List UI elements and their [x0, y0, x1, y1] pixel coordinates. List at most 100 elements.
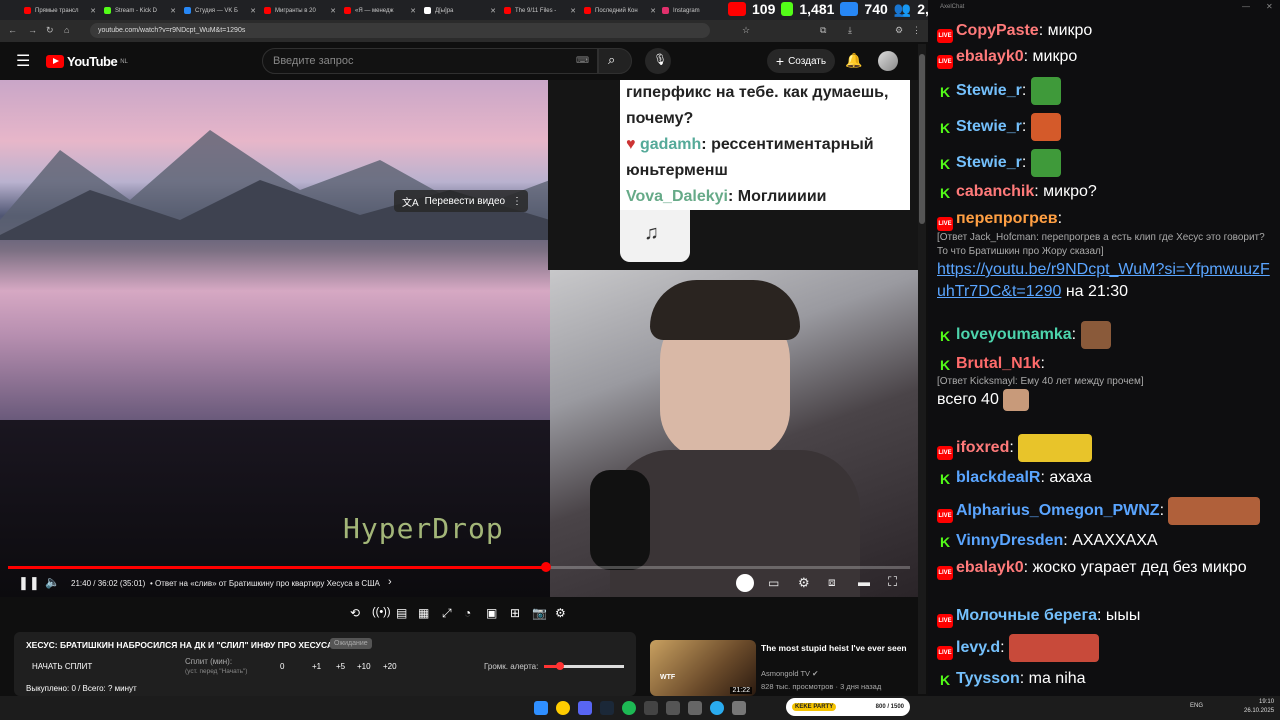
close-tab-icon[interactable]: ✕	[170, 7, 176, 15]
browser-tab[interactable]: The 9/11 Files - ✕	[504, 3, 576, 18]
alert-volume-slider[interactable]	[544, 662, 624, 670]
create-button[interactable]: + Создать	[767, 49, 835, 73]
close-tab-icon[interactable]: ✕	[90, 7, 96, 15]
playlist-icon[interactable]: ▤	[396, 606, 407, 620]
screenshot-icon[interactable]: 📷	[532, 606, 547, 620]
app-icon[interactable]	[688, 701, 702, 715]
progress-scrubber[interactable]	[540, 562, 551, 572]
resize-icon[interactable]: ⤢	[442, 606, 452, 621]
app-icon[interactable]	[666, 701, 680, 715]
extensions-icon[interactable]: ⧉	[820, 25, 826, 36]
youtube-favicon-icon	[584, 7, 591, 14]
pepe-emote	[1030, 149, 1061, 177]
close-icon[interactable]: ✕	[1266, 2, 1273, 11]
browser-tab[interactable]: Мигранты в 20 ✕	[264, 3, 336, 18]
add-1-button[interactable]: +1	[312, 662, 321, 671]
related-thumbnail[interactable]: WTF 21:22	[650, 640, 756, 696]
avatar[interactable]	[878, 51, 898, 71]
instagram-favicon-icon	[662, 7, 669, 14]
browser-tab[interactable]: Студия — VK Б ✕	[184, 3, 256, 18]
subtitles-icon[interactable]: ▭	[768, 576, 779, 590]
keyboard-icon[interactable]: ⌨	[576, 55, 589, 66]
settings-icon[interactable]: ⚙	[895, 25, 903, 36]
close-tab-icon[interactable]: ✕	[250, 7, 256, 15]
progress-bar[interactable]	[8, 562, 910, 572]
browser-tab[interactable]: Прямые трансл ✕	[24, 3, 96, 18]
search-button[interactable]: ⌕	[598, 48, 632, 74]
language-indicator[interactable]: ENG	[1190, 703, 1203, 709]
voice-search-button[interactable]: 🎙	[645, 48, 671, 74]
back-icon[interactable]: ←	[8, 25, 17, 35]
browser-tab[interactable]: Последний Кон ✕	[584, 3, 656, 18]
volume-icon[interactable]: 🔈	[45, 575, 60, 589]
bookmark-star-icon[interactable]: ☆	[742, 25, 750, 36]
spotify-icon[interactable]	[622, 701, 636, 715]
add-5-button[interactable]: +5	[336, 662, 345, 671]
chapter-title[interactable]: • Ответ на «слив» от Братишкину про квар…	[150, 579, 380, 588]
menu-dots-icon[interactable]: ⋮	[912, 25, 921, 36]
start-split-button[interactable]: НАЧАТЬ СПЛИТ	[32, 662, 92, 671]
laughing-man-emotes	[1168, 497, 1261, 525]
browser-tab[interactable]: «Я — менедж ✕	[344, 3, 416, 18]
chat-message: LIVE Молочные берега: ыыы	[937, 605, 1273, 628]
close-tab-icon[interactable]: ✕	[650, 7, 656, 15]
obs-icon[interactable]	[644, 701, 658, 715]
hamburger-menu-icon[interactable]: ☰	[16, 51, 30, 71]
close-tab-icon[interactable]: ✕	[570, 7, 576, 15]
chrome-icon[interactable]	[556, 701, 570, 715]
chat-message: LIVE перепрогрев: [Ответ Jack_Hofcman: пе…	[937, 208, 1273, 303]
settings-icon[interactable]: ⚙	[555, 606, 566, 620]
youtube-logo[interactable]: YouTube NL	[46, 54, 128, 69]
add-icon[interactable]: ⊞	[510, 606, 520, 620]
browser-tab[interactable]: Д[ы]ра ✕	[424, 3, 496, 18]
split-value[interactable]: 0	[280, 662, 284, 671]
video-player[interactable]: HyperDrop гиперфикс на тебе. как думаешь…	[0, 80, 918, 597]
start-menu-icon[interactable]	[534, 701, 548, 715]
notifications-bell-icon[interactable]: 🔔	[845, 52, 862, 69]
close-tab-icon[interactable]: ✕	[330, 7, 336, 15]
clip-icon[interactable]: ▣	[486, 606, 497, 620]
miniplayer-icon[interactable]: ⧈	[828, 575, 836, 590]
more-options-icon[interactable]: ⋮	[512, 196, 522, 207]
close-tab-icon[interactable]: ✕	[490, 7, 496, 15]
autoplay-toggle-icon[interactable]	[736, 574, 754, 592]
close-tab-icon[interactable]: ✕	[410, 7, 416, 15]
clock[interactable]: 19:10 26.10.2025	[1244, 698, 1274, 716]
add-20-button[interactable]: +20	[383, 662, 397, 671]
steam-icon[interactable]	[600, 701, 614, 715]
speed-icon[interactable]: ◔	[464, 606, 471, 620]
telegram-icon[interactable]	[710, 701, 724, 715]
bought-minutes: Выкуплено: 0 / Всего: ? минут	[26, 684, 137, 693]
related-title[interactable]: The most stupid heist I've ever seen	[761, 642, 911, 654]
browser-tab[interactable]: Instagram	[662, 3, 726, 18]
keke-party-widget[interactable]: KEKE PARTY 800 / 1500	[786, 698, 910, 716]
split-panel: ХЕСУС: БРАТИШКИН НАБРОСИЛСЯ НА ДК И "СЛИ…	[14, 632, 636, 696]
theater-mode-icon[interactable]: ▬	[858, 575, 870, 589]
broadcast-icon[interactable]: ((•))	[372, 606, 391, 618]
url-bar[interactable]: youtube.com/watch?v=r9NDcpt_WuM&t=1290s	[90, 23, 710, 38]
reload-icon[interactable]: ↻	[46, 25, 54, 36]
search-input[interactable]: Введите запрос ⌨	[262, 48, 598, 74]
discord-icon[interactable]	[578, 701, 592, 715]
related-video[interactable]: WTF 21:22 The most stupid heist I've eve…	[650, 640, 918, 696]
translate-video-button[interactable]: 文A Перевести видео ⋮	[394, 190, 528, 212]
overlay-chat-card: гиперфикс на тебе. как думаешь, почему? …	[620, 80, 910, 210]
webcam-feed	[550, 270, 918, 597]
home-icon[interactable]: ⌂	[64, 25, 69, 35]
settings-gear-icon[interactable]: ⚙	[798, 575, 810, 591]
film-icon[interactable]: ▦	[418, 606, 429, 620]
chapter-arrow[interactable]: ›	[388, 576, 392, 588]
page-scrollbar[interactable]	[918, 44, 926, 694]
loop-icon[interactable]: ⟲	[350, 606, 360, 620]
alert-volume-label: Громк. алерта:	[484, 662, 539, 671]
add-10-button[interactable]: +10	[357, 662, 371, 671]
forward-icon[interactable]: →	[28, 25, 37, 35]
fullscreen-icon[interactable]: ⛶	[888, 574, 897, 590]
minimize-icon[interactable]: —	[1242, 2, 1250, 11]
related-channel[interactable]: Asmongold TV ✔	[761, 669, 818, 678]
browser-tab[interactable]: Stream - Kick D ✕	[104, 3, 176, 18]
app-icon[interactable]	[732, 701, 746, 715]
slider-thumb[interactable]	[556, 662, 564, 670]
pause-icon[interactable]: ❚❚	[18, 575, 40, 591]
download-icon[interactable]: ⤓	[848, 25, 852, 36]
